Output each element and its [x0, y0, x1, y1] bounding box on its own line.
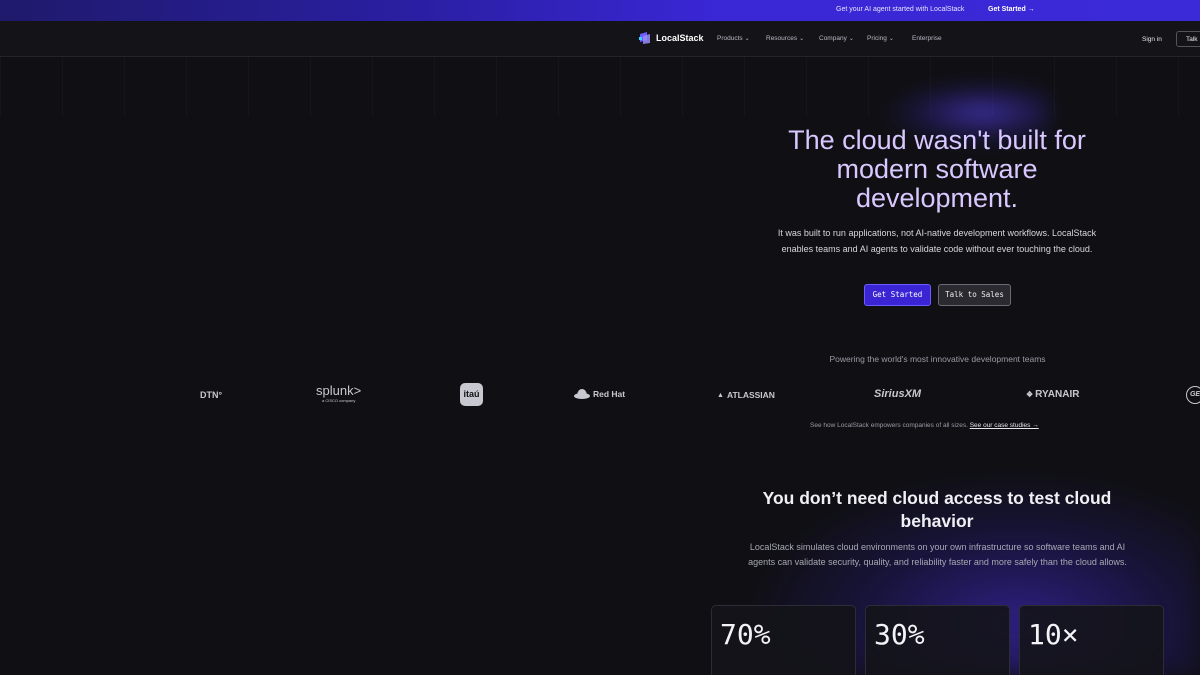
stat-value: 30%: [874, 618, 925, 651]
nav-item-enterprise[interactable]: Enterprise: [912, 35, 942, 42]
logo-redhat: Red Hat: [574, 388, 625, 399]
nav-label: Resources: [766, 35, 798, 42]
nav-label: Enterprise: [912, 35, 942, 42]
section-subtitle: LocalStack simulates cloud environments …: [748, 542, 1127, 567]
chevron-down-icon: ⌄: [848, 36, 854, 42]
ryanair-harp-icon: ❖: [1026, 390, 1034, 399]
hero-title: The cloud wasn't built for modern softwa…: [788, 125, 1086, 213]
top-nav: LocalStack Products ⌄ Resources ⌄ Company ⌄…: [0, 21, 1200, 57]
logo-dtn: DTN°: [200, 390, 223, 400]
sign-in-link[interactable]: Sign in: [1142, 36, 1162, 43]
case-studies-line: See how LocalStack empowers companies of…: [810, 422, 1039, 429]
nav-label: Products: [717, 35, 743, 42]
talk-to-sales-button[interactable]: Talk to Sales: [938, 284, 1011, 306]
case-text: See how LocalStack empowers companies of…: [810, 422, 968, 429]
redhat-hat-icon: [574, 389, 590, 399]
stat-value: 10×: [1028, 618, 1079, 651]
nav-label: Company: [819, 35, 847, 42]
logo-itau: itaú: [460, 383, 483, 406]
get-started-button[interactable]: Get Started: [864, 284, 931, 306]
stat-card: 30%: [865, 605, 1010, 675]
talk-button[interactable]: Talk: [1176, 31, 1200, 47]
nav-item-pricing[interactable]: Pricing ⌄: [867, 35, 894, 42]
announcement-cta-link[interactable]: Get Started →: [988, 6, 1035, 13]
logo-siriusxm: SiriusXM: [874, 388, 922, 400]
chevron-down-icon: ⌄: [888, 36, 894, 42]
nav-item-resources[interactable]: Resources ⌄: [766, 35, 804, 42]
nav-item-company[interactable]: Company ⌄: [819, 35, 854, 42]
chevron-down-icon: ⌄: [799, 36, 805, 42]
stat-value: 70%: [720, 618, 771, 651]
section-title: You don’t need cloud access to test clou…: [762, 488, 1112, 531]
atlassian-triangle-icon: ▲: [717, 391, 724, 399]
atlassian-wordmark: ATLASSIAN: [726, 390, 775, 400]
chevron-down-icon: ⌄: [744, 36, 750, 42]
case-studies-link[interactable]: See our case studies →: [970, 422, 1039, 429]
logos-heading: Powering the world's most innovative dev…: [829, 354, 1046, 364]
logo-ryanair: ❖ RYANAIR: [1026, 389, 1079, 400]
stat-card: 10×: [1019, 605, 1164, 675]
splunk-sub: a CISCO company: [322, 398, 356, 403]
logo-ge: GE: [1186, 386, 1200, 404]
ryanair-wordmark: RYANAIR: [1035, 389, 1080, 400]
brand-logo[interactable]: LocalStack: [638, 31, 704, 45]
logo-splunk: splunk> a CISCO company: [316, 383, 361, 403]
redhat-wordmark: Red Hat: [593, 388, 626, 399]
stat-card: 70%: [711, 605, 856, 675]
logo-atlassian: ▲ ATLASSIAN: [717, 390, 775, 400]
splunk-wordmark: splunk>: [316, 383, 362, 398]
brand-name: LocalStack: [656, 33, 704, 43]
announcement-bar: Get your AI agent started with LocalStac…: [0, 0, 1200, 21]
nav-label: Pricing: [867, 35, 887, 42]
announcement-text: Get your AI agent started with LocalStac…: [836, 6, 965, 13]
localstack-logo-icon: [639, 32, 650, 44]
nav-item-products[interactable]: Products ⌄: [717, 35, 750, 42]
hero-subtitle: It was built to run applications, not AI…: [777, 228, 1097, 254]
